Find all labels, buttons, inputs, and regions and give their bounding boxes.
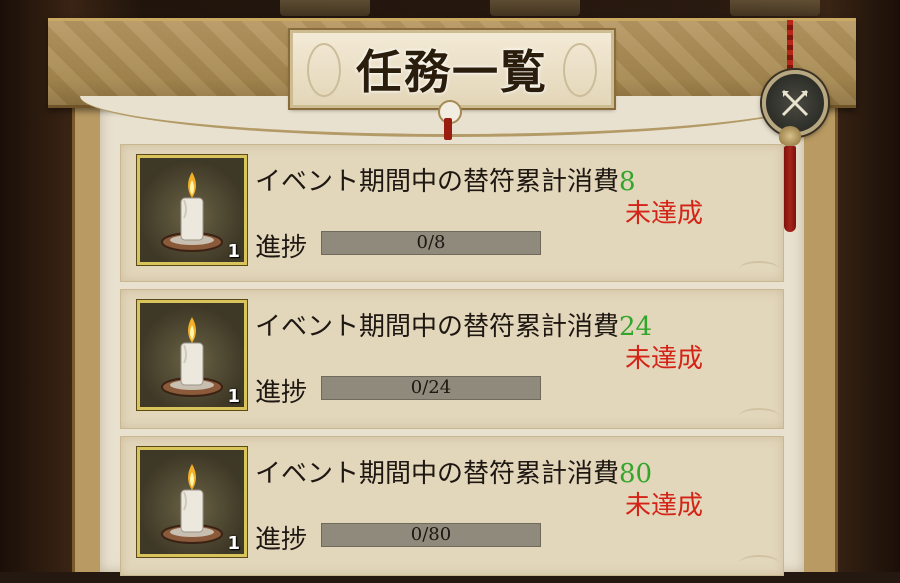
candle-icon [161,317,223,397]
status-badge: 未達成 [625,344,704,374]
progress-bar: 0/80 [321,523,541,547]
mission-item: 1 イベント期間中の替符累計消費80 未達成 進捗 0/80 [120,436,784,576]
mission-description-text: イベント期間中の替符累計消費 [255,167,620,197]
title-plate: 任務一覧 [288,28,616,110]
background-tab [730,0,820,16]
mission-description-text: イベント期間中の替符累計消費 [255,312,620,342]
status-badge: 未達成 [625,491,704,521]
mission-item: 1 イベント期間中の替符累計消費8 未達成 進捗 0/8 [120,144,784,282]
title-ornament [563,43,597,97]
close-icon [781,89,809,117]
reward-quantity: 1 [227,386,240,407]
mission-description: イベント期間中の替符累計消費8 [255,161,636,198]
swirl-ornament [739,261,779,277]
close-cord [787,20,793,72]
progress-text: 0/8 [416,232,446,253]
mission-description-text: イベント期間中の替符累計消費 [255,459,620,489]
mission-list: 1 イベント期間中の替符累計消費8 未達成 進捗 0/8 1 イベント期間中の替… [120,144,784,583]
reward-item-slot[interactable]: 1 [137,447,247,557]
reward-item-slot[interactable]: 1 [137,155,247,265]
page-title: 任務一覧 [356,45,548,99]
progress-bar: 0/24 [321,376,541,400]
title-ornament [307,43,341,97]
swirl-ornament [739,555,779,571]
mission-item: 1 イベント期間中の替符累計消費24 未達成 進捗 0/24 [120,289,784,429]
swirl-ornament [739,408,779,424]
bell-ornament [779,126,801,146]
knot-tassel [444,118,452,140]
candle-icon [161,464,223,544]
progress-text: 0/24 [410,377,452,398]
background-tab [490,0,580,16]
status-badge: 未達成 [625,199,704,229]
reward-item-slot[interactable]: 1 [137,300,247,410]
progress-label: 進捗 [255,525,308,555]
tassel-ornament [784,146,796,232]
progress-bar: 0/8 [321,231,541,255]
mission-description: イベント期間中の替符累計消費80 [255,453,652,490]
progress-label: 進捗 [255,378,308,408]
progress-text: 0/80 [410,524,452,545]
reward-quantity: 1 [227,241,240,262]
candle-icon [161,172,223,252]
mission-description: イベント期間中の替符累計消費24 [255,306,652,343]
progress-label: 進捗 [255,233,308,263]
reward-quantity: 1 [227,533,240,554]
background-tab [280,0,370,16]
